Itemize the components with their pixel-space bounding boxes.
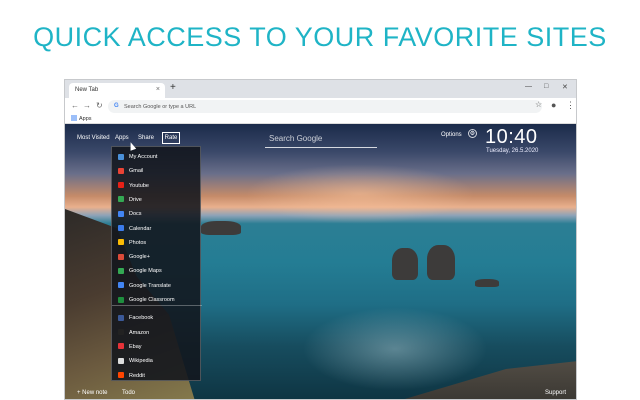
reddit-icon (118, 372, 124, 378)
browser-toolbar: ← → ↻ G Search Google or type a URL ☆ ● … (65, 98, 576, 115)
clock-time: 10:40 (485, 126, 538, 148)
apps-menu-item-label: Wikipedia (129, 358, 153, 365)
options-link[interactable]: Options (441, 132, 462, 138)
google-icon: G (114, 103, 119, 109)
background-rock (427, 245, 455, 280)
headline: QUICK ACCESS TO YOUR FAVORITE SITES (33, 22, 607, 52)
tab-strip: New Tab × + — □ ✕ (65, 80, 576, 98)
browser-window: New Tab × + — □ ✕ ← → ↻ G Search Google … (64, 79, 577, 400)
bookmark-star-icon[interactable]: ☆ (535, 100, 542, 109)
facebook-icon (118, 314, 124, 321)
apps-menu-item-label: Amazon (129, 329, 150, 336)
gear-icon[interactable]: ⚙ (468, 129, 477, 138)
bookmark-apps-label: Apps (79, 116, 92, 122)
docs-icon (118, 210, 124, 217)
new-note-button[interactable]: + New note (77, 390, 108, 396)
apps-dropdown-menu: My Account Gmail Youtube Drive Docs Calendar P… (111, 146, 202, 383)
rate-button[interactable]: Rate (162, 132, 180, 144)
most-visited-link[interactable]: Most Visited (77, 135, 110, 141)
apps-menu-item[interactable]: Drive (112, 193, 202, 207)
address-placeholder: Search Google or type a URL (124, 103, 197, 110)
bookmark-apps[interactable]: Apps (71, 115, 92, 122)
bookmarks-bar: Apps (65, 115, 576, 124)
apps-menu-item-label: Photos (129, 239, 147, 246)
share-link[interactable]: Share (138, 135, 154, 141)
apps-menu-item-label: Reddit (129, 372, 145, 379)
apps-menu-item[interactable]: Google Classroom (112, 293, 202, 307)
ebay-icon (118, 343, 124, 350)
apps-menu-item-label: Gmail (129, 168, 144, 175)
todo-button[interactable]: Todo (122, 390, 135, 396)
apps-menu-item[interactable]: Facebook (112, 311, 202, 325)
apps-menu-item[interactable]: Gmail (112, 164, 202, 178)
maps-icon (118, 267, 124, 274)
apps-menu-item-label: Google+ (129, 254, 150, 261)
forward-icon[interactable]: → (83, 101, 91, 110)
close-tab-icon[interactable]: × (156, 86, 160, 93)
apps-menu-item-label: Google Classroom (129, 297, 175, 303)
apps-menu-item[interactable]: Wikipedia (112, 354, 202, 368)
photos-icon (118, 239, 124, 246)
apps-menu-item[interactable]: Amazon (112, 326, 202, 340)
apps-menu-item-label: Calendar (129, 225, 152, 232)
new-tab-page: Most Visited Apps Share Rate Search Goog… (65, 124, 576, 399)
browser-menu-icon[interactable]: ⋮ (566, 100, 575, 111)
apps-menu-item[interactable]: Calendar (112, 222, 202, 236)
minimize-icon[interactable]: — (525, 83, 532, 90)
account-icon (118, 153, 124, 160)
apps-link[interactable]: Apps (115, 135, 129, 141)
background-glow (245, 164, 475, 224)
background-rock (475, 279, 499, 287)
support-link[interactable]: Support (545, 390, 566, 396)
amazon-icon (118, 329, 124, 336)
maximize-icon[interactable]: □ (544, 83, 548, 90)
apps-menu-item[interactable]: Google Translate (112, 279, 202, 293)
clock-date: Tuesday, 26.5.2020 (486, 148, 539, 154)
translate-icon (118, 282, 124, 289)
tab-title: New Tab (75, 87, 99, 93)
apps-menu-item[interactable]: My Account (112, 150, 202, 164)
background-rock (392, 248, 418, 280)
apps-menu-item[interactable]: Ebay (112, 340, 202, 354)
apps-grid-icon (71, 115, 77, 121)
apps-menu-item-label: Youtube (129, 182, 149, 189)
background-foam (295, 304, 495, 394)
apps-menu-item-label: Google Translate (129, 282, 171, 289)
back-icon[interactable]: ← (71, 101, 79, 110)
apps-menu-item-label: Ebay (129, 343, 142, 350)
tab-new-tab[interactable]: New Tab × (69, 83, 165, 98)
apps-menu-item-label: Docs (129, 211, 142, 218)
apps-menu-item-label: Facebook (129, 315, 154, 322)
search-input[interactable]: Search Google (265, 134, 377, 148)
apps-menu-item[interactable]: Docs (112, 207, 202, 221)
google-plus-icon (118, 253, 124, 260)
apps-menu-item[interactable]: Google+ (112, 250, 202, 264)
apps-menu-item-label: Google Maps (129, 268, 162, 275)
apps-menu-item-label: Drive (129, 196, 142, 203)
drive-icon (118, 196, 124, 203)
background-rock (201, 221, 241, 235)
wikipedia-icon (118, 357, 124, 364)
apps-menu-item-label: My Account (129, 154, 158, 160)
window-close-icon[interactable]: ✕ (562, 83, 568, 91)
youtube-icon (118, 182, 124, 189)
address-bar[interactable]: G Search Google or type a URL (108, 100, 542, 113)
apps-menu-item[interactable]: Google Maps (112, 264, 202, 278)
apps-menu-item[interactable]: Youtube (112, 179, 202, 193)
calendar-icon (118, 225, 124, 231)
profile-icon[interactable]: ● (551, 100, 556, 110)
apps-menu-item[interactable]: Reddit (112, 369, 202, 383)
reload-icon[interactable]: ↻ (96, 101, 103, 110)
apps-menu-item[interactable]: Photos (112, 236, 202, 250)
new-tab-button[interactable]: + (170, 82, 176, 93)
classroom-icon (118, 296, 124, 303)
gmail-icon (118, 167, 124, 174)
